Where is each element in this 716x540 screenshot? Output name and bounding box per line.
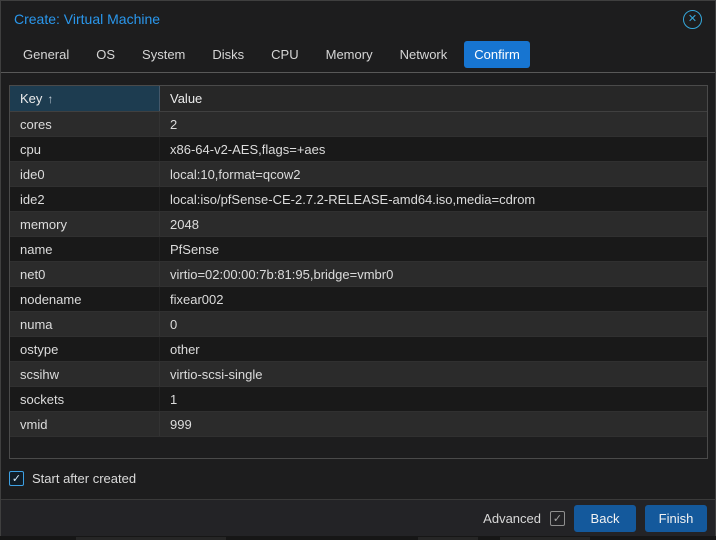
column-header-key-label: Key [20, 91, 42, 106]
advanced-checkbox[interactable]: ✓ [550, 511, 565, 526]
row-value: 1 [160, 387, 707, 411]
start-after-created-checkbox[interactable]: ✓ [9, 471, 24, 486]
row-value: PfSense [160, 237, 707, 261]
row-key: memory [10, 212, 160, 236]
row-key: ide2 [10, 187, 160, 211]
start-after-created-option: ✓ Start after created [9, 471, 136, 486]
row-value: 2 [160, 112, 707, 136]
column-header-value-label: Value [170, 91, 202, 106]
row-value: 999 [160, 412, 707, 436]
dialog-titlebar: Create: Virtual Machine ✕ [1, 1, 715, 37]
tab-os[interactable]: OS [86, 41, 125, 68]
dialog-title: Create: Virtual Machine [14, 11, 160, 27]
row-key: cpu [10, 137, 160, 161]
column-header-value[interactable]: Value [160, 86, 707, 111]
table-row-sockets[interactable]: sockets1 [10, 387, 707, 412]
row-value: x86-64-v2-AES,flags=+aes [160, 137, 707, 161]
row-value: fixear002 [160, 287, 707, 311]
row-value: local:iso/pfSense-CE-2.7.2-RELEASE-amd64… [160, 187, 707, 211]
row-key: scsihw [10, 362, 160, 386]
grid-header-row: Key ↑ Value [10, 86, 707, 112]
column-header-key[interactable]: Key ↑ [10, 86, 160, 111]
table-row-ostype[interactable]: ostypeother [10, 337, 707, 362]
table-row-ide2[interactable]: ide2local:iso/pfSense-CE-2.7.2-RELEASE-a… [10, 187, 707, 212]
row-key: ostype [10, 337, 160, 361]
tab-memory[interactable]: Memory [316, 41, 383, 68]
row-value: virtio=02:00:00:7b:81:95,bridge=vmbr0 [160, 262, 707, 286]
row-key: nodename [10, 287, 160, 311]
row-value: 0 [160, 312, 707, 336]
tab-system[interactable]: System [132, 41, 195, 68]
finish-button[interactable]: Finish [645, 505, 707, 532]
table-row-scsihw[interactable]: scsihwvirtio-scsi-single [10, 362, 707, 387]
row-key: cores [10, 112, 160, 136]
table-row-nodename[interactable]: nodenamefixear002 [10, 287, 707, 312]
table-row-numa[interactable]: numa0 [10, 312, 707, 337]
background-page-sliver [0, 536, 716, 540]
tab-bar: General OS System Disks CPU Memory NetworkConf… [1, 37, 715, 72]
row-key: numa [10, 312, 160, 336]
row-key: ide0 [10, 162, 160, 186]
confirm-settings-grid: Key ↑ Value cores2cpux86-64-v2-AES,flags… [9, 85, 708, 459]
start-after-created-label: Start after created [32, 471, 136, 486]
row-value: local:10,format=qcow2 [160, 162, 707, 186]
table-row-cores[interactable]: cores2 [10, 112, 707, 137]
tab-disks[interactable]: Disks [202, 41, 254, 68]
table-row-memory[interactable]: memory2048 [10, 212, 707, 237]
table-row-cpu[interactable]: cpux86-64-v2-AES,flags=+aes [10, 137, 707, 162]
tab-network[interactable]: Network [390, 41, 458, 68]
row-key: sockets [10, 387, 160, 411]
sort-ascending-icon: ↑ [47, 92, 53, 106]
tab-general[interactable]: General [13, 41, 79, 68]
row-value: virtio-scsi-single [160, 362, 707, 386]
grid-body: cores2cpux86-64-v2-AES,flags=+aeside0loc… [10, 112, 707, 437]
table-row-ide0[interactable]: ide0local:10,format=qcow2 [10, 162, 707, 187]
tab-cpu[interactable]: CPU [261, 41, 308, 68]
row-key: net0 [10, 262, 160, 286]
advanced-label: Advanced [483, 511, 541, 526]
table-row-net0[interactable]: net0virtio=02:00:00:7b:81:95,bridge=vmbr… [10, 262, 707, 287]
close-icon[interactable]: ✕ [683, 10, 702, 29]
row-key: name [10, 237, 160, 261]
table-row-vmid[interactable]: vmid999 [10, 412, 707, 437]
dialog-footer: Advanced ✓ Back Finish [1, 499, 715, 536]
table-row-name[interactable]: namePfSense [10, 237, 707, 262]
tabbar-divider [1, 72, 715, 73]
row-value: other [160, 337, 707, 361]
tab-confirm[interactable]: Confirm [464, 41, 530, 68]
row-key: vmid [10, 412, 160, 436]
back-button[interactable]: Back [574, 505, 636, 532]
row-value: 2048 [160, 212, 707, 236]
create-vm-dialog: Create: Virtual Machine ✕ General OS Syste… [0, 0, 716, 536]
